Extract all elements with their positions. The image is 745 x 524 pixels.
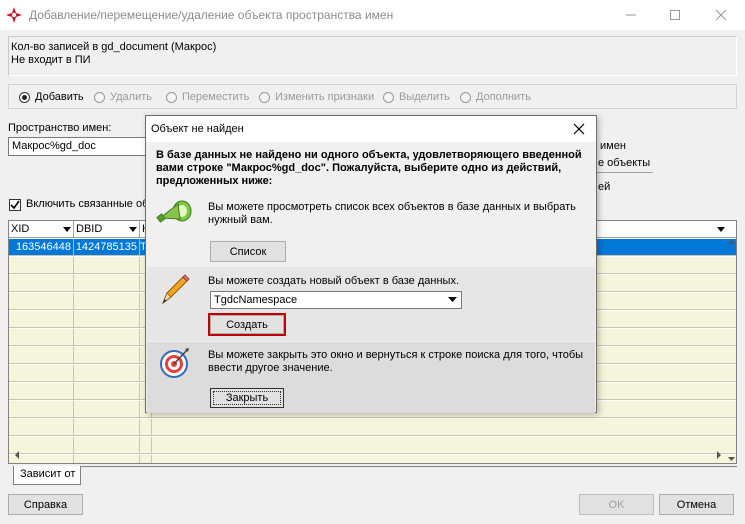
column-label: DBID <box>76 223 103 235</box>
radio-label: Дополнить <box>476 91 531 103</box>
close-dialog-button[interactable]: Закрыть <box>210 388 284 408</box>
window-title: Добавление/перемещение/удаление объекта … <box>29 8 394 22</box>
table-row[interactable] <box>9 419 736 436</box>
pencil-icon <box>161 274 190 305</box>
table-cell <box>74 329 140 346</box>
help-button[interactable]: Справка <box>8 494 83 515</box>
partial-divider <box>597 172 653 173</box>
tab-depends-on[interactable]: Зависит от <box>13 466 81 485</box>
radio-indicator <box>259 91 270 103</box>
radio-delete[interactable]: Удалить <box>94 91 152 103</box>
table-cell <box>9 293 74 310</box>
include-related-label: Включить связанные об <box>26 198 149 210</box>
radio-complete[interactable]: Дополнить <box>460 91 531 103</box>
table-cell <box>9 275 74 292</box>
table-cell <box>140 419 152 436</box>
radio-label: Изменить признаки <box>275 91 375 103</box>
partial-label-1: имен <box>600 140 626 152</box>
scroll-arrows-icon <box>728 240 735 461</box>
dropdown-arrow-icon <box>717 227 725 232</box>
close-icon <box>716 10 726 20</box>
table-cell <box>74 419 140 436</box>
not-found-dialog: Объект не найден В базе данных не найден… <box>145 115 597 413</box>
radio-indicator <box>166 91 177 103</box>
radio-indicator <box>94 91 105 103</box>
list-button[interactable]: Список <box>210 241 286 262</box>
class-select-dropdown[interactable] <box>444 292 461 308</box>
cell-xid: 163546448 <box>9 239 74 256</box>
radio-move[interactable]: Переместить <box>166 91 249 103</box>
radio-label: Переместить <box>182 91 250 103</box>
horizontal-scrollbar[interactable] <box>9 447 727 463</box>
cancel-button[interactable]: Отмена <box>659 494 734 515</box>
info-line-1: Кол-во записей в gd_document (Макрос) <box>11 41 217 53</box>
class-select[interactable]: TgdcNamespace <box>210 291 462 309</box>
radio-indicator <box>19 91 30 103</box>
partial-label-3: ей <box>598 181 611 193</box>
radio-label: Добавить <box>35 91 84 103</box>
table-cell <box>9 329 74 346</box>
column-xid[interactable]: XID <box>9 221 74 238</box>
close-dialog-button-label: Закрыть <box>212 391 282 405</box>
column-dbid[interactable]: DBID <box>74 221 140 238</box>
tab-baseline <box>81 466 737 467</box>
column-label: XID <box>11 223 30 235</box>
table-cell <box>74 275 140 292</box>
table-cell <box>9 419 74 436</box>
target-icon <box>160 348 189 378</box>
list-description: Вы можете просмотреть список всех объект… <box>208 201 576 226</box>
table-cell <box>9 401 74 418</box>
radio-indicator <box>383 91 394 103</box>
create-button[interactable]: Создать <box>210 315 284 334</box>
dialog-title: Объект не найден <box>151 123 244 135</box>
radio-indicator <box>460 91 471 103</box>
namespace-label: Пространство имен: <box>8 122 112 134</box>
scroll-arrows-icon <box>15 451 721 459</box>
table-cell <box>74 293 140 310</box>
chevron-down-icon <box>448 297 457 302</box>
maximize-button[interactable] <box>652 0 698 30</box>
radio-add[interactable]: Добавить <box>19 91 84 103</box>
table-cell <box>74 383 140 400</box>
dialog-close-icon[interactable] <box>571 121 587 137</box>
table-cell <box>9 365 74 382</box>
table-cell <box>9 347 74 364</box>
class-select-value: TgdcNamespace <box>214 294 298 306</box>
table-cell <box>74 257 140 274</box>
namespace-input[interactable]: Макрос%gd_doc <box>8 137 148 156</box>
close-button[interactable] <box>698 0 744 30</box>
include-related-checkbox[interactable] <box>9 199 21 211</box>
dropdown-arrow-icon <box>63 227 71 232</box>
table-cell <box>9 383 74 400</box>
table-cell <box>74 347 140 364</box>
table-cell <box>74 311 140 328</box>
ok-button[interactable]: OK <box>579 494 654 515</box>
radio-label: Выделить <box>399 91 450 103</box>
radio-select[interactable]: Выделить <box>383 91 450 103</box>
table-cell <box>74 365 140 382</box>
partial-label-2: е объекты <box>598 157 651 169</box>
flashlight-icon <box>156 200 192 223</box>
radio-label: Удалить <box>110 91 152 103</box>
column-last[interactable] <box>709 221 727 238</box>
vertical-scrollbar[interactable] <box>727 239 736 463</box>
create-description: Вы можете создать новый объект в базе да… <box>208 275 459 287</box>
table-cell <box>9 311 74 328</box>
maximize-icon <box>670 10 680 20</box>
dialog-heading: В базе данных не найдено ни одного объек… <box>156 149 582 187</box>
checkmark-icon <box>10 200 20 210</box>
close-description: Вы можете закрыть это окно и вернуться к… <box>208 349 584 374</box>
minimize-button[interactable] <box>608 0 654 30</box>
cell-dbid: 1424785135 <box>74 239 140 256</box>
table-cell <box>74 401 140 418</box>
radio-change-flags[interactable]: Изменить признаки <box>259 91 374 103</box>
info-line-2: Не входит в ПИ <box>11 54 91 66</box>
minimize-icon <box>626 14 636 16</box>
table-cell <box>9 257 74 274</box>
dropdown-arrow-icon <box>129 227 137 232</box>
app-icon <box>6 7 22 23</box>
